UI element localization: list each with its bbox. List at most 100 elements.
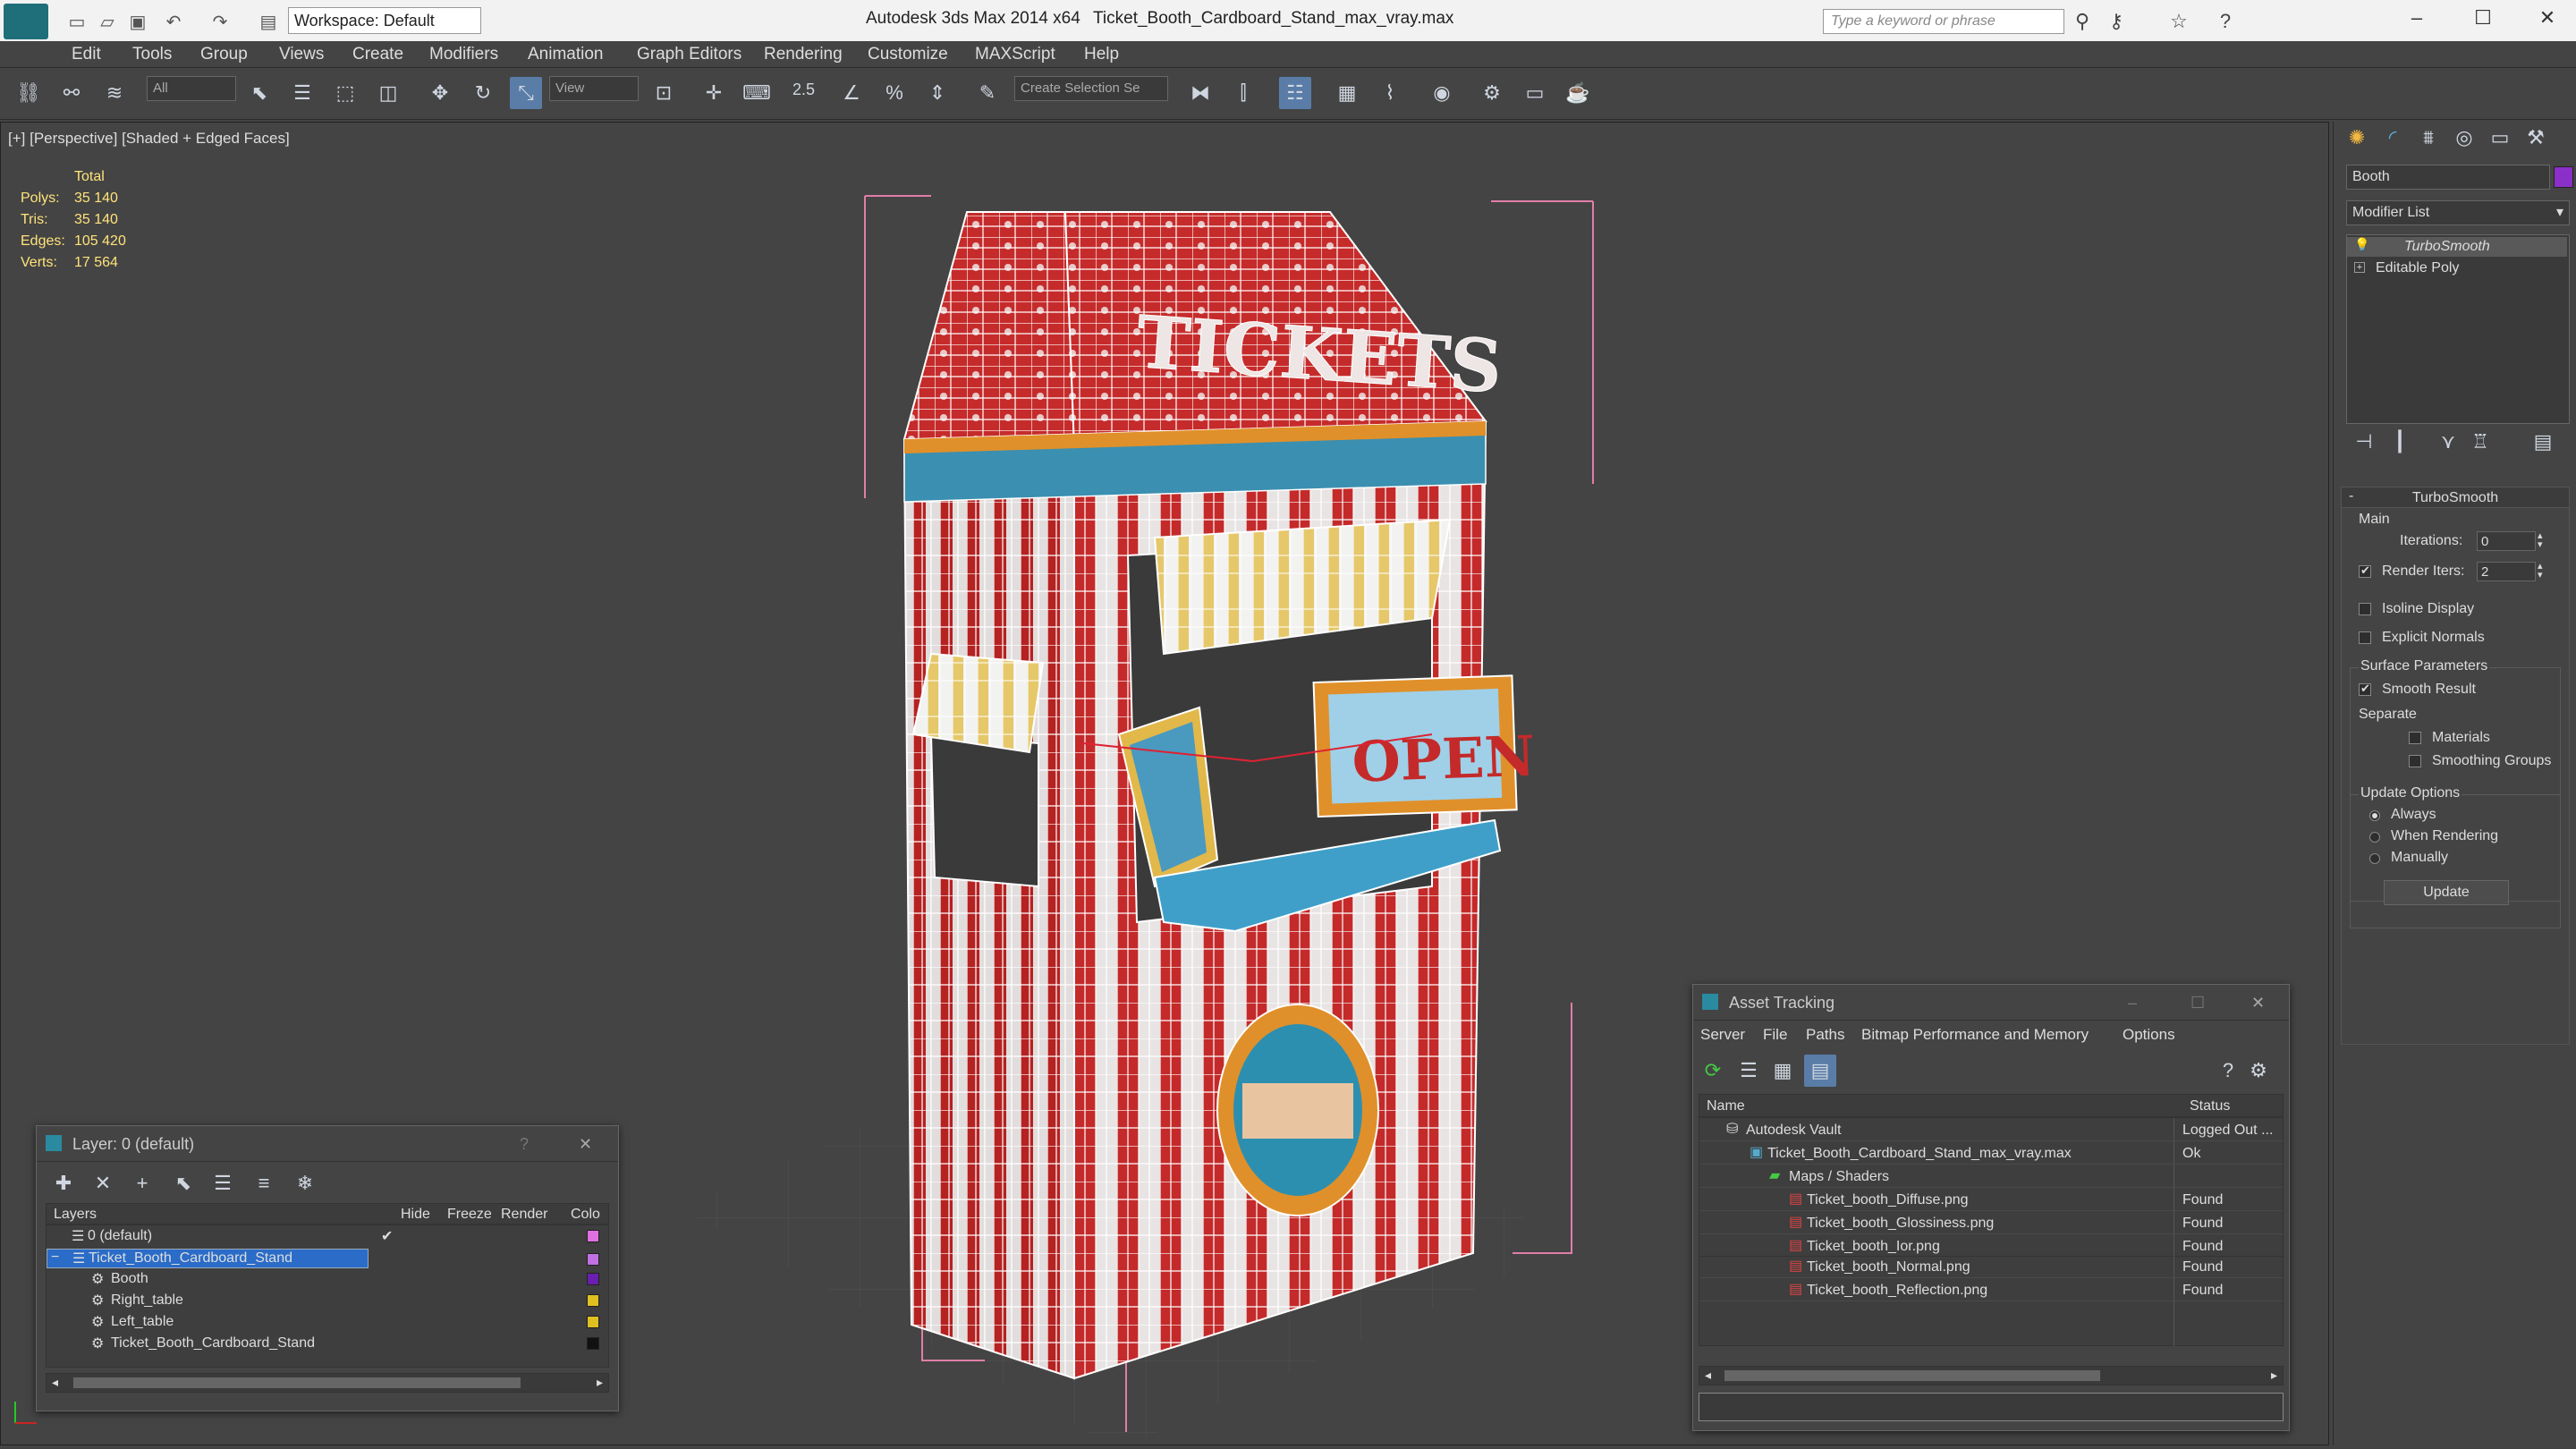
always-radio[interactable] [2369,810,2380,821]
asset-menu-file[interactable]: File [1763,1026,1787,1044]
pin-stack-icon[interactable]: ⊣ [2348,426,2380,458]
show-end-result-icon[interactable]: ┃ [2384,426,2416,458]
spinner-snap-icon[interactable]: ⇕ [921,77,953,109]
bind-spacewarp-icon[interactable]: ≋ [98,77,131,109]
layer-manager-icon[interactable]: ☷ [1279,77,1311,109]
asset-list[interactable]: ⛁ Autodesk Vault Logged Out ... ▣ Ticket… [1699,1117,2284,1258]
modify-tab-icon[interactable]: ◜ [2377,122,2409,154]
layer-color-swatch[interactable] [587,1294,599,1307]
maximize-icon[interactable]: ☐ [2190,994,2205,1013]
asset-row[interactable]: ⛁ Autodesk Vault Logged Out ... [1699,1120,2283,1141]
asset-row[interactable]: ▤ Ticket_booth_Reflection.png Found [1699,1280,2283,1301]
menu-edit[interactable]: Edit [72,45,101,64]
col-render[interactable]: Render [501,1207,547,1223]
close-icon[interactable]: ✕ [579,1135,592,1154]
col-color[interactable]: Colo [571,1207,600,1223]
layer-row[interactable]: ⚙ Right_table [47,1292,608,1311]
table-view-icon[interactable]: ▤ [1804,1055,1836,1087]
maximize-icon[interactable]: ☐ [2467,2,2499,34]
layer-color-swatch[interactable] [587,1253,599,1266]
select-object-icon[interactable]: ⬉ [243,77,275,109]
help-icon[interactable]: ? [520,1135,529,1154]
undo-icon[interactable]: ↶ [157,5,190,38]
layer-manager-window[interactable]: Layer: 0 (default) ? ✕ ✚ ✕ + ⬉ ☰ ≡ ❄ Lay… [36,1125,619,1411]
object-name-field[interactable]: Booth [2346,165,2550,190]
stack-item-turbosmooth[interactable]: TurboSmooth [2347,237,2567,257]
asset-list-continued[interactable]: ▤ Ticket_booth_Normal.png Found ▤ Ticket… [1699,1257,2284,1346]
asset-row[interactable]: ▣ Ticket_Booth_Cardboard_Stand_max_vray.… [1699,1143,2283,1165]
asset-menu-paths[interactable]: Paths [1806,1026,1844,1044]
manually-radio[interactable] [2369,853,2380,864]
menu-help[interactable]: Help [1084,45,1119,64]
help-icon[interactable]: ? [2209,5,2241,38]
percent-snap-icon[interactable]: % [878,77,911,109]
object-color-swatch[interactable] [2554,166,2573,188]
layer-list[interactable]: ☰ 0 (default) ✔ − ☰ Ticket_Booth_Cardboa… [46,1224,609,1368]
settings-icon[interactable]: ⚙ [2242,1055,2275,1087]
update-button[interactable]: Update [2384,880,2509,905]
render-production-icon[interactable]: ☕ [1562,77,1594,109]
asset-row[interactable]: ▤ Ticket_booth_Ior.png Found [1699,1236,2283,1256]
reference-coordinate-dropdown[interactable]: View [549,76,639,101]
edit-named-selection-icon[interactable]: ✎ [971,77,1004,109]
expand-plus-icon[interactable]: + [2354,262,2365,273]
col-name[interactable]: Name [1707,1098,1745,1114]
asset-tracking-window[interactable]: Asset Tracking – ☐ ✕ Server File Paths B… [1692,984,2290,1431]
remove-modifier-icon[interactable]: ♖ [2464,426,2496,458]
favorites-star-icon[interactable]: ☆ [2163,5,2195,38]
graphite-ribbon-icon[interactable]: ▦ [1331,77,1363,109]
redo-icon[interactable]: ↷ [204,5,236,38]
add-to-layer-icon[interactable]: + [126,1167,158,1199]
isoline-display-checkbox[interactable] [2359,603,2371,615]
make-unique-icon[interactable]: ⋎ [2432,426,2464,458]
iterations-spinner[interactable]: 0 [2477,531,2536,551]
render-iters-spinner[interactable]: 2 [2477,562,2536,581]
modifier-list-dropdown[interactable]: Modifier List ▾ [2346,200,2570,225]
mirror-icon[interactable]: ⧓ [1184,77,1216,109]
new-file-icon[interactable]: ▭ [61,5,93,38]
help-icon[interactable]: ? [2212,1055,2244,1087]
create-layer-icon[interactable]: ✚ [47,1167,80,1199]
freeze-all-icon[interactable]: ❄ [289,1167,321,1199]
layer-color-swatch[interactable] [587,1230,599,1242]
rendered-frame-icon[interactable]: ▭ [1519,77,1551,109]
stack-item-editable-poly[interactable]: Editable Poly [2347,258,2567,278]
configure-modifier-sets-icon[interactable]: ▤ [2527,426,2559,458]
app-logo-icon[interactable] [4,4,48,39]
menu-views[interactable]: Views [279,45,324,64]
smooth-result-checkbox[interactable]: ✔ [2359,682,2371,696]
refresh-icon[interactable]: ⟳ [1697,1055,1729,1087]
align-icon[interactable]: ⫿ [1227,77,1259,109]
menu-animation[interactable]: Animation [528,45,604,64]
asset-row[interactable]: ▤ Ticket_booth_Diffuse.png Found [1699,1190,2283,1211]
col-freeze[interactable]: Freeze [447,1207,492,1223]
create-tab-icon[interactable]: ✺ [2341,122,2373,154]
render-setup-icon[interactable]: ⚙ [1476,77,1508,109]
asset-menu-server[interactable]: Server [1700,1026,1745,1044]
menu-modifiers[interactable]: Modifiers [429,45,498,64]
asset-row[interactable]: ▰ Maps / Shaders [1699,1166,2283,1188]
select-in-layer-icon[interactable]: ⬉ [167,1167,199,1199]
layer-color-swatch[interactable] [587,1337,599,1350]
workspace-dropdown[interactable]: Workspace: Default [288,7,481,34]
close-icon[interactable]: ✕ [2251,994,2265,1013]
pivot-center-icon[interactable]: ⊡ [648,77,680,109]
curve-editor-icon[interactable]: ⌇ [1374,77,1406,109]
layer-window-titlebar[interactable]: Layer: 0 (default) ? ✕ [37,1126,618,1162]
col-status[interactable]: Status [2190,1098,2230,1114]
minimize-icon[interactable]: – [2401,2,2433,34]
menu-customize[interactable]: Customize [868,45,948,64]
save-icon[interactable]: ▣ [122,5,154,38]
list-view-icon[interactable]: ☰ [1733,1055,1765,1087]
named-selection-dropdown[interactable]: Create Selection Se [1014,76,1168,101]
menu-maxscript[interactable]: MAXScript [975,45,1055,64]
keyboard-shortcut-icon[interactable]: ⌨ [741,77,773,109]
motion-tab-icon[interactable]: ◎ [2448,122,2480,154]
select-by-name-icon[interactable]: ☰ [286,77,318,109]
menu-graph-editors[interactable]: Graph Editors [637,45,741,64]
utilities-tab-icon[interactable]: ⚒ [2520,122,2552,154]
asset-menu-bitmap[interactable]: Bitmap Performance and Memory [1861,1026,2089,1044]
open-file-icon[interactable]: ▱ [91,5,123,38]
menu-create[interactable]: Create [352,45,403,64]
modifier-stack[interactable]: TurboSmooth 💡 Editable Poly + [2346,234,2570,424]
